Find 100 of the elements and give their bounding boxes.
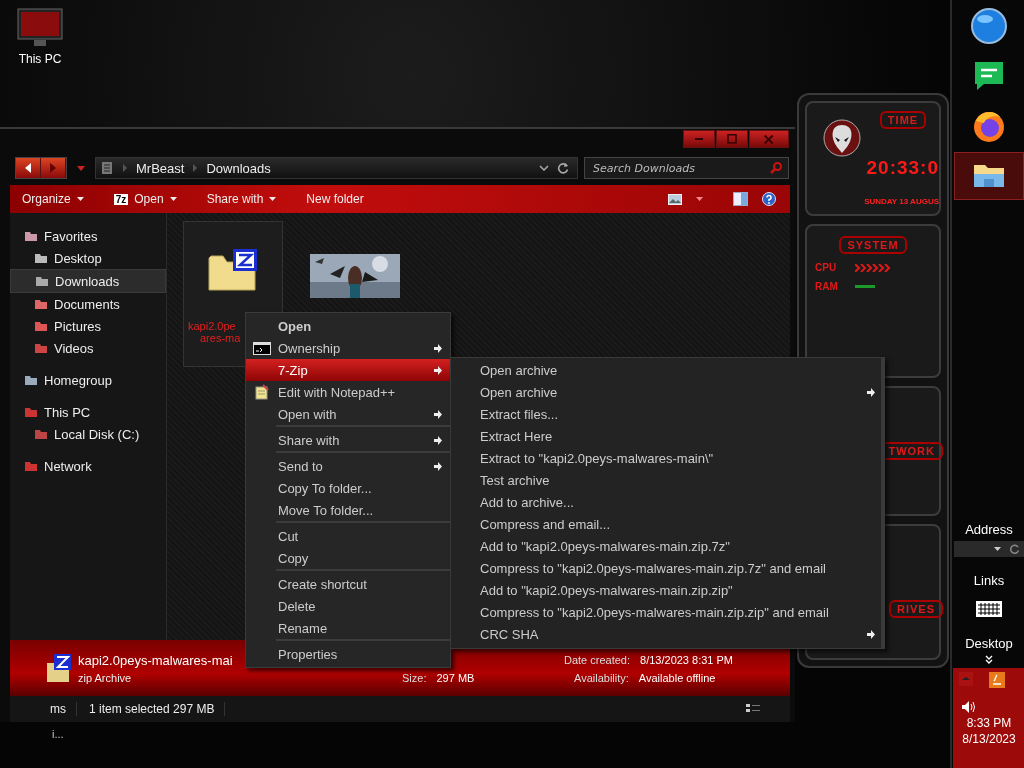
menu-item[interactable]: Share with bbox=[246, 429, 450, 451]
breadcrumb[interactable]: Downloads bbox=[206, 160, 271, 176]
menu-item[interactable]: Copy bbox=[246, 547, 450, 569]
search-field[interactable]: Search Downloads bbox=[584, 157, 789, 179]
menu-item[interactable]: Rename bbox=[246, 617, 450, 639]
caret-icon bbox=[269, 197, 277, 201]
desktop-icon-label[interactable]: This PC bbox=[18, 52, 62, 66]
cpu-meter-icon bbox=[855, 263, 891, 272]
nav-item[interactable]: This PC bbox=[10, 401, 166, 423]
property-label: Date created: bbox=[564, 654, 631, 666]
speaker-icon[interactable] bbox=[961, 700, 977, 714]
breadcrumb[interactable]: MrBeast bbox=[136, 160, 185, 176]
address-bar[interactable]: MrBeast Downloads bbox=[95, 157, 578, 179]
menu-item[interactable]: CRC SHA bbox=[451, 623, 881, 645]
file-name: kapi2.0pe bbox=[188, 320, 236, 332]
menu-item[interactable]: Compress to "kapi2.0peys-malwares-main.zip.7z" and email bbox=[451, 557, 881, 579]
caret-icon bbox=[169, 197, 177, 201]
toolbar-button[interactable]: Organize bbox=[18, 190, 88, 208]
widget-title: SYSTEM bbox=[839, 236, 907, 254]
refresh-icon[interactable] bbox=[557, 162, 569, 174]
forward-arrow-icon bbox=[49, 163, 57, 173]
chevron-down-icon[interactable] bbox=[539, 165, 549, 171]
nav-item[interactable]: Pictures bbox=[10, 315, 166, 337]
folder-icon bbox=[24, 406, 38, 418]
submenu-arrow-icon bbox=[434, 461, 442, 471]
dropdown-icon[interactable] bbox=[994, 547, 1001, 551]
maximize-icon bbox=[727, 134, 737, 144]
zip-folder-icon bbox=[207, 248, 259, 294]
toolbar-button[interactable]: New folder bbox=[302, 190, 368, 208]
nav-item[interactable]: Favorites bbox=[10, 225, 166, 247]
archive-badge: 7z bbox=[113, 193, 129, 205]
taskbar-button[interactable] bbox=[954, 152, 1024, 200]
nav-item[interactable]: Homegroup bbox=[10, 369, 166, 391]
menu-item[interactable]: Cut bbox=[246, 525, 450, 547]
folder-icon bbox=[34, 298, 48, 310]
status-text: ms bbox=[10, 702, 77, 716]
refresh-icon[interactable] bbox=[1009, 543, 1020, 555]
toolbar-button[interactable]: 7z Open bbox=[109, 190, 181, 208]
monitor-icon[interactable] bbox=[17, 8, 63, 48]
menu-item[interactable]: Copy To folder... bbox=[246, 477, 450, 499]
menu-item[interactable]: Test archive bbox=[451, 469, 881, 491]
widget-title: RIVES bbox=[889, 600, 943, 618]
keyboard-icon[interactable] bbox=[975, 600, 1003, 618]
menu-item[interactable]: Move To folder... bbox=[246, 499, 450, 521]
view-icon[interactable] bbox=[668, 193, 682, 205]
folder-icon bbox=[34, 342, 48, 354]
nav-item[interactable]: Network bbox=[10, 455, 166, 477]
property-value: 8/13/2023 8:31 PM bbox=[640, 654, 733, 666]
meter-label: RAM bbox=[815, 281, 839, 292]
file-name: ares-ma bbox=[200, 332, 241, 344]
file-name: kapi2.0peys-malwares-mai bbox=[78, 652, 233, 668]
menu-item[interactable]: Add to "kapi2.0peys-malwares-main.zip.7z" bbox=[451, 535, 881, 557]
menu-item[interactable]: Extract files... bbox=[451, 403, 881, 425]
toolbar-button[interactable]: Share with bbox=[202, 190, 281, 208]
menu-item[interactable]: Compress and email... bbox=[451, 513, 881, 535]
menu-item[interactable]: 7-Zip bbox=[246, 359, 450, 381]
console-icon bbox=[253, 341, 271, 355]
clock-date[interactable]: 8/13/2023 bbox=[962, 732, 1016, 746]
property-label: Availability: bbox=[574, 672, 629, 684]
nav-item[interactable]: Videos bbox=[10, 337, 166, 359]
menu-item[interactable]: Add to archive... bbox=[451, 491, 881, 513]
menu-item[interactable]: Open archive bbox=[451, 381, 881, 403]
menu-item[interactable]: Extract Here bbox=[451, 425, 881, 447]
menu-item[interactable]: Delete bbox=[246, 595, 450, 617]
address-field[interactable] bbox=[954, 541, 1024, 557]
property-value: 297 MB bbox=[436, 672, 475, 684]
nav-item[interactable]: Local Disk (C:) bbox=[10, 423, 166, 445]
minimize-button[interactable] bbox=[683, 130, 715, 148]
menu-item[interactable]: Open archive bbox=[451, 359, 881, 381]
close-button[interactable] bbox=[749, 130, 789, 148]
search-icon[interactable] bbox=[770, 162, 782, 174]
menu-item[interactable]: Properties bbox=[246, 643, 450, 665]
folder-icon bbox=[34, 320, 48, 332]
alien-head-icon bbox=[823, 119, 861, 157]
property-label: Size: bbox=[402, 672, 427, 684]
nav-item[interactable]: Documents bbox=[10, 293, 166, 315]
menu-item[interactable]: Add to "kapi2.0peys-malwares-main.zip.zip" bbox=[451, 579, 881, 601]
menu-item[interactable]: Open with bbox=[246, 403, 450, 425]
notepad-icon bbox=[255, 384, 269, 400]
menu-item[interactable]: Create shortcut bbox=[246, 573, 450, 595]
nav-item[interactable]: Desktop bbox=[10, 247, 166, 269]
folder-icon bbox=[34, 252, 48, 264]
widget-title: TIME bbox=[879, 111, 927, 129]
status-text: 1 item selected 297 MB bbox=[77, 702, 226, 716]
menu-item[interactable]: Compress to "kapi2.0peys-malwares-main.zip.zip" and email bbox=[451, 601, 881, 623]
file-type: zip Archive bbox=[78, 671, 132, 684]
nav-item[interactable]: Downloads bbox=[10, 269, 166, 293]
property-value: Available offline bbox=[638, 672, 716, 684]
clock-time[interactable]: 8:33 PM bbox=[966, 716, 1012, 730]
help-icon[interactable] bbox=[762, 192, 776, 206]
toolbar-label: Desktop bbox=[965, 636, 1013, 651]
maximize-button[interactable] bbox=[716, 130, 748, 148]
menu-item[interactable]: Edit with Notepad++ bbox=[246, 381, 450, 403]
folder-icon bbox=[24, 230, 38, 242]
menu-item[interactable]: Send to bbox=[246, 455, 450, 477]
details-view-icon[interactable] bbox=[746, 703, 760, 715]
ram-meter-icon bbox=[855, 285, 875, 288]
taskbar-caption: i... bbox=[52, 728, 64, 740]
menu-item[interactable]: Extract to "kapi2.0peys-malwares-main\" bbox=[451, 447, 881, 469]
back-button[interactable] bbox=[16, 158, 41, 178]
